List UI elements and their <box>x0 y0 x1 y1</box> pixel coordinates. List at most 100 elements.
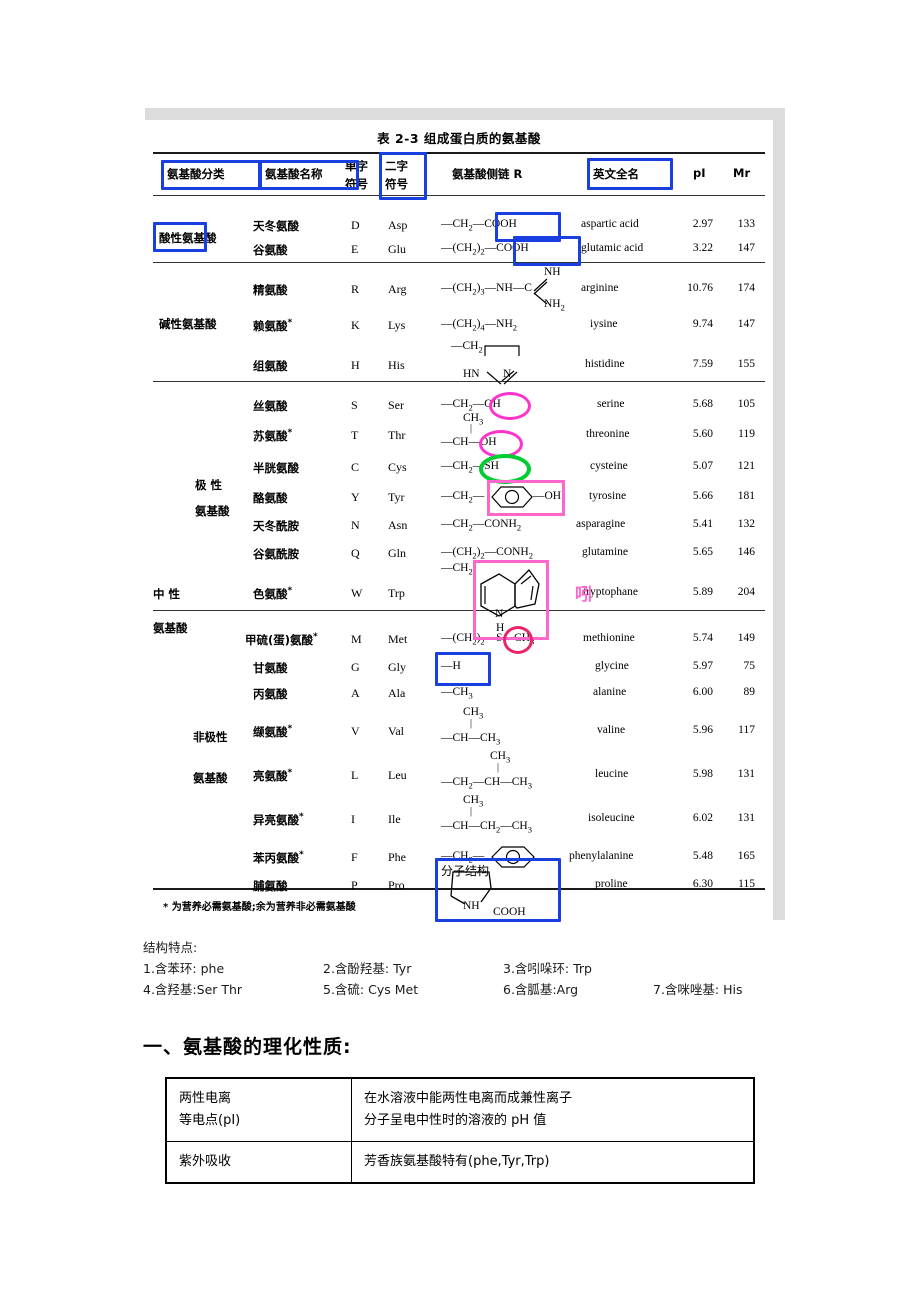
row-mr-phe: 165 <box>737 850 755 862</box>
group-label-basic: 碱性氨基酸 <box>159 317 217 331</box>
row-one-asp: D <box>351 218 360 232</box>
annotation-box-trp-indole <box>473 560 549 640</box>
row-pi-ala: 6.00 <box>692 686 713 698</box>
row-three-gln: Gln <box>388 546 406 560</box>
row-one-gln: Q <box>351 546 360 560</box>
row-structure-trp-ch2: —CH2 <box>441 562 473 577</box>
row-mr-met: 149 <box>737 632 755 644</box>
row-pi-val: 5.96 <box>692 724 713 736</box>
scan-edge-top <box>145 108 785 120</box>
row-three-tyr: Tyr <box>388 490 405 504</box>
row-english-glu: glutamic acid <box>581 242 644 254</box>
section-heading: 一、氨基酸的理化性质: <box>143 1036 352 1058</box>
row-structure-gly: —H <box>441 660 461 672</box>
row-structure-his-hn: HN <box>463 368 480 380</box>
row-name-ala: 丙氨酸 <box>253 687 288 701</box>
row-mr-thr: 119 <box>738 428 755 440</box>
row-name-leu: 亮氨酸* <box>253 768 293 783</box>
row-name-phe: 苯丙氨酸* <box>253 850 304 865</box>
row-three-ser: Ser <box>388 398 404 412</box>
header-three-letter-line2: 符号 <box>385 177 408 191</box>
group-label-polar-2: 氨基酸 <box>195 504 230 518</box>
structure-note-2: 2.含酚羟基: Tyr <box>323 961 412 976</box>
row-structure-trp-n: N <box>495 608 504 620</box>
row-pi-ile: 6.02 <box>692 812 713 824</box>
table-rule-top <box>153 152 765 154</box>
row-structure-asp: —CH2—COOH <box>441 218 517 233</box>
row-mr-tyr: 181 <box>737 490 755 502</box>
table-footnote: * 为营养必需氨基酸;余为营养非必需氨基酸 <box>163 902 356 913</box>
row-pi-trp: 5.89 <box>692 586 713 598</box>
property-value-uv-absorption: 芳香族氨基酸特有(phe,Tyr,Trp) <box>351 1141 755 1184</box>
row-one-ser: S <box>351 398 358 412</box>
row-pi-arg: 10.76 <box>687 282 713 294</box>
header-side-chain: 氨基酸侧链 R <box>452 167 523 181</box>
row-english-cys: cysteine <box>590 460 628 472</box>
structure-note-7: 7.含咪唑基: His <box>653 982 743 997</box>
row-one-leu: L <box>351 768 359 782</box>
row-english-asp: aspartic acid <box>581 218 639 230</box>
row-structure-lys: —(CH2)4—NH2 <box>441 318 518 333</box>
structure-notes-heading-row: 结构特点: <box>143 937 803 958</box>
header-name: 氨基酸名称 <box>265 167 323 181</box>
row-mr-gln: 146 <box>737 546 755 558</box>
table-rule-acidic <box>153 262 765 263</box>
row-one-tyr: Y <box>351 490 360 504</box>
row-english-gly: glycine <box>595 660 629 672</box>
row-pi-pro: 6.30 <box>692 878 713 890</box>
row-structure-ile-bond: | <box>470 806 473 817</box>
row-three-thr: Thr <box>388 428 406 442</box>
row-name-pro: 脯氨酸 <box>253 879 288 893</box>
row-english-phe: phenylalanine <box>569 850 634 862</box>
row-structure-val-bond: | <box>470 718 473 729</box>
property-key-ionization: 两性电离 等电点(pI) <box>165 1077 352 1142</box>
row-mr-leu: 131 <box>737 768 755 780</box>
row-three-ile: Ile <box>388 812 401 826</box>
row-one-met: M <box>351 632 362 646</box>
row-one-his: H <box>351 358 360 372</box>
row-three-leu: Leu <box>388 768 407 782</box>
row-three-ala: Ala <box>388 686 406 700</box>
row-english-ile: isoleucine <box>588 812 635 824</box>
row-structure-asn: —CH2—CONH2 <box>441 518 522 533</box>
row-structure-val-main: —CH—CH3 <box>441 732 501 747</box>
row-three-arg: Arg <box>388 282 407 296</box>
properties-table: 两性电离 等电点(pI) 在水溶液中能两性电离而成兼性离子 分子呈电中性时的溶液… <box>165 1077 755 1184</box>
row-english-thr: threonine <box>586 428 630 440</box>
row-structure-arg: —(CH2)3—NH—C <box>441 282 532 297</box>
row-mr-ser: 105 <box>737 398 755 410</box>
row-name-trp: 色氨酸* <box>253 586 293 601</box>
row-pi-cys: 5.07 <box>692 460 713 472</box>
row-three-gly: Gly <box>388 660 406 674</box>
row-structure-ala: —CH3 <box>441 686 473 701</box>
row-three-his: His <box>388 358 405 372</box>
row-pi-lys: 9.74 <box>692 318 713 330</box>
amino-acid-table-scan: 表 2-3 组成蛋白质的氨基酸 氨基酸分类 氨基酸名称 单字 符号 二字 符号 … <box>145 108 785 922</box>
row-three-glu: Glu <box>388 242 406 256</box>
row-name-met: 甲硫(蛋)氨酸* <box>245 632 318 647</box>
header-one-letter-line1: 单字 <box>345 159 368 173</box>
structure-notes-row-1: 1.含苯环: phe 2.含酚羟基: Tyr 3.含吲哚环: Trp <box>143 958 803 979</box>
row-structure-gln: —(CH2)2—CONH2 <box>441 546 533 561</box>
row-name-glu: 谷氨酸 <box>253 243 288 257</box>
row-mr-asn: 132 <box>737 518 755 530</box>
row-pi-ser: 5.68 <box>692 398 713 410</box>
row-pi-asn: 5.41 <box>692 518 713 530</box>
row-english-leu: leucine <box>595 768 629 780</box>
row-one-cys: C <box>351 460 360 474</box>
scan-sheet: 表 2-3 组成蛋白质的氨基酸 氨基酸分类 氨基酸名称 单字 符号 二字 符号 … <box>145 120 773 922</box>
table-row: 紫外吸收 芳香族氨基酸特有(phe,Tyr,Trp) <box>165 1141 755 1184</box>
row-name-val: 缬氨酸* <box>253 724 293 739</box>
row-name-asn: 天冬酰胺 <box>253 519 299 533</box>
row-english-ser: serine <box>597 398 625 410</box>
header-one-letter-line2: 符号 <box>345 177 368 191</box>
annotation-label-pro-structure: 分子结构 <box>441 864 490 878</box>
row-pi-glu: 3.22 <box>692 242 713 254</box>
row-structure-ser: —CH2—OH <box>441 398 501 413</box>
row-structure-arg-nh: NH <box>544 266 561 278</box>
row-structure-cys: —CH2—SH <box>441 460 499 475</box>
property-value-line1: 芳香族氨基酸特有(phe,Tyr,Trp) <box>364 1154 550 1169</box>
row-name-ser: 丝氨酸 <box>253 399 288 413</box>
row-pi-tyr: 5.66 <box>692 490 713 502</box>
row-structure-his-n: N <box>503 368 512 380</box>
